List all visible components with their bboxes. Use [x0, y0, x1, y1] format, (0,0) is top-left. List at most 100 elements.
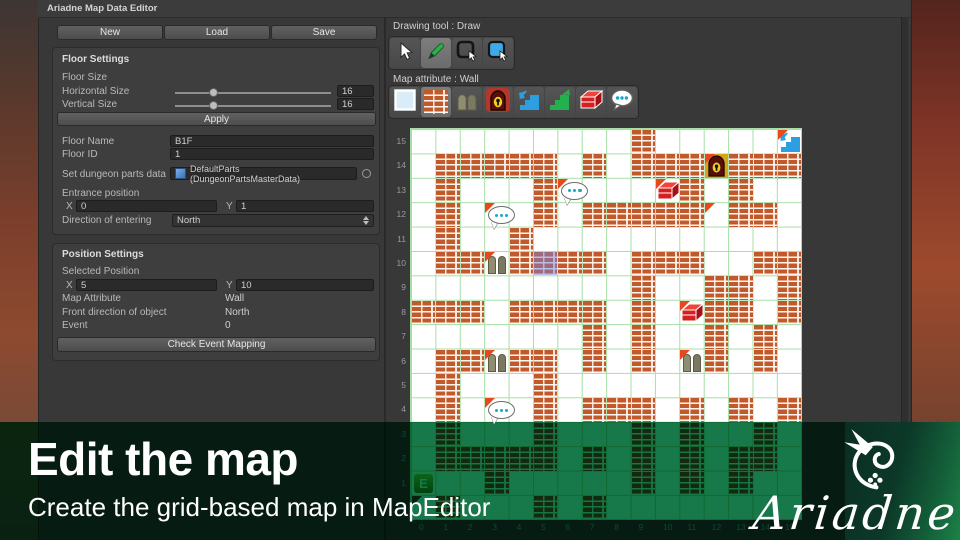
map-cell-message[interactable] [485, 203, 516, 230]
window-tab-bar[interactable] [38, 0, 910, 18]
save-button[interactable]: Save [271, 25, 377, 40]
direction-dropdown[interactable]: North [172, 214, 374, 227]
map-cell-chest[interactable] [680, 300, 705, 324]
map-cell-wall[interactable] [534, 300, 558, 325]
map-cell-wall[interactable] [753, 154, 777, 178]
map-cell-wall[interactable] [631, 130, 655, 154]
load-button[interactable]: Load [164, 25, 270, 40]
map-cell-message[interactable] [485, 398, 516, 425]
map-cell-wall[interactable] [460, 252, 485, 276]
horizontal-size-value[interactable]: 16 [337, 85, 374, 97]
map-cell-wall[interactable] [753, 325, 777, 349]
attribute-door-button[interactable] [452, 87, 482, 117]
selected-y-field[interactable]: 10 [236, 279, 374, 291]
map-cell-wall[interactable] [778, 252, 802, 276]
map-cell-wall[interactable] [460, 300, 485, 325]
map-cell-wall[interactable] [534, 154, 558, 178]
map-cell-wall[interactable] [729, 398, 753, 422]
map-cell-wall[interactable] [485, 154, 509, 178]
tool-rect-fill-button[interactable] [483, 38, 513, 68]
attribute-locked-door-button[interactable] [483, 87, 513, 117]
map-cell-wall[interactable] [729, 178, 753, 203]
map-cell-wall[interactable] [656, 154, 680, 178]
entrance-x-field[interactable]: 0 [76, 200, 217, 212]
tool-pencil-button[interactable] [421, 38, 451, 68]
map-cell-wall[interactable] [631, 325, 655, 349]
map-cell-wall[interactable] [631, 398, 655, 422]
vertical-size-value[interactable]: 16 [337, 98, 374, 110]
map-cell-wall[interactable] [631, 203, 655, 227]
map-cell-wall[interactable] [534, 203, 558, 227]
map-cell-wall[interactable] [436, 227, 460, 251]
map-cell-wall[interactable] [607, 398, 631, 422]
map-cell-wall[interactable] [729, 154, 753, 178]
map-cell-wall[interactable] [509, 349, 533, 373]
map-cell-wall[interactable] [534, 178, 558, 203]
map-cell-wall[interactable] [631, 154, 655, 178]
map-cell-wall[interactable] [436, 154, 460, 178]
map-cell-wall[interactable] [680, 178, 704, 203]
map-cell-wall[interactable] [778, 398, 802, 422]
map-cell-message[interactable] [558, 178, 589, 205]
map-cell-wall[interactable] [460, 154, 485, 178]
map-cell-wall[interactable] [509, 154, 533, 178]
selected-x-field[interactable]: 5 [76, 279, 217, 291]
dungeon-parts-object-field[interactable]: DefaultParts (DungeonPartsMasterData) [170, 164, 357, 184]
map-cell-wall[interactable] [753, 203, 777, 227]
map-cell-wall[interactable] [534, 349, 558, 373]
floor-id-field[interactable]: 1 [170, 148, 374, 160]
attribute-upstairs-button[interactable] [545, 87, 575, 117]
horizontal-size-knob[interactable] [209, 88, 218, 97]
map-cell-wall[interactable] [436, 252, 460, 276]
map-cell-wall[interactable] [534, 252, 558, 276]
check-event-mapping-button[interactable]: Check Event Mapping [57, 337, 376, 352]
map-cell-wall[interactable] [509, 300, 533, 325]
map-cell-wall[interactable] [680, 203, 704, 227]
tool-rect-outline-button[interactable] [452, 38, 482, 68]
object-picker-icon[interactable] [362, 169, 371, 178]
map-cell-wall[interactable] [631, 276, 655, 300]
map-cell-wall[interactable] [631, 349, 655, 373]
map-cell-wall[interactable] [729, 276, 753, 300]
map-cell-door[interactable] [485, 252, 508, 275]
map-cell-wall[interactable] [704, 276, 729, 300]
vertical-size-slider[interactable] [175, 105, 331, 107]
map-cell-wall[interactable] [778, 276, 802, 300]
map-cell-wall[interactable] [729, 300, 753, 325]
new-button[interactable]: New [57, 25, 163, 40]
map-cell-wall[interactable] [753, 349, 777, 373]
map-cell-wall[interactable] [436, 300, 460, 325]
attribute-wall-button[interactable] [421, 87, 451, 117]
map-cell-wall[interactable] [607, 203, 631, 227]
map-cell-wall[interactable] [704, 300, 729, 325]
map-cell-chest[interactable] [656, 178, 681, 202]
horizontal-size-slider[interactable] [175, 92, 331, 94]
map-cell-wall[interactable] [778, 300, 802, 325]
map-cell-wall[interactable] [680, 398, 704, 422]
tool-cursor-button[interactable] [390, 38, 420, 68]
map-cell-wall[interactable] [436, 398, 460, 422]
map-cell-wall[interactable] [582, 349, 607, 373]
map-cell-wall[interactable] [631, 252, 655, 276]
map-cell-wall[interactable] [509, 227, 533, 251]
map-cell-wall[interactable] [436, 349, 460, 373]
map-cell-wall[interactable] [680, 154, 704, 178]
map-cell-wall[interactable] [753, 252, 777, 276]
map-cell-wall[interactable] [680, 252, 704, 276]
map-cell-wall[interactable] [704, 349, 729, 373]
map-cell-wall[interactable] [729, 203, 753, 227]
map-cell-wall[interactable] [436, 203, 460, 227]
attribute-chest-button[interactable] [576, 87, 606, 117]
map-cell-corner[interactable] [704, 203, 728, 226]
map-cell-downstairs[interactable] [778, 130, 801, 153]
map-cell-wall[interactable] [558, 252, 582, 276]
map-cell-wall[interactable] [582, 252, 607, 276]
vertical-size-knob[interactable] [209, 101, 218, 110]
floor-name-field[interactable]: B1F [170, 135, 374, 147]
map-cell-wall[interactable] [656, 252, 680, 276]
apply-button[interactable]: Apply [57, 112, 376, 126]
map-cell-wall[interactable] [460, 349, 485, 373]
attribute-messenger-button[interactable] [607, 87, 637, 117]
attribute-downstairs-button[interactable] [514, 87, 544, 117]
map-cell-wall[interactable] [582, 203, 607, 227]
